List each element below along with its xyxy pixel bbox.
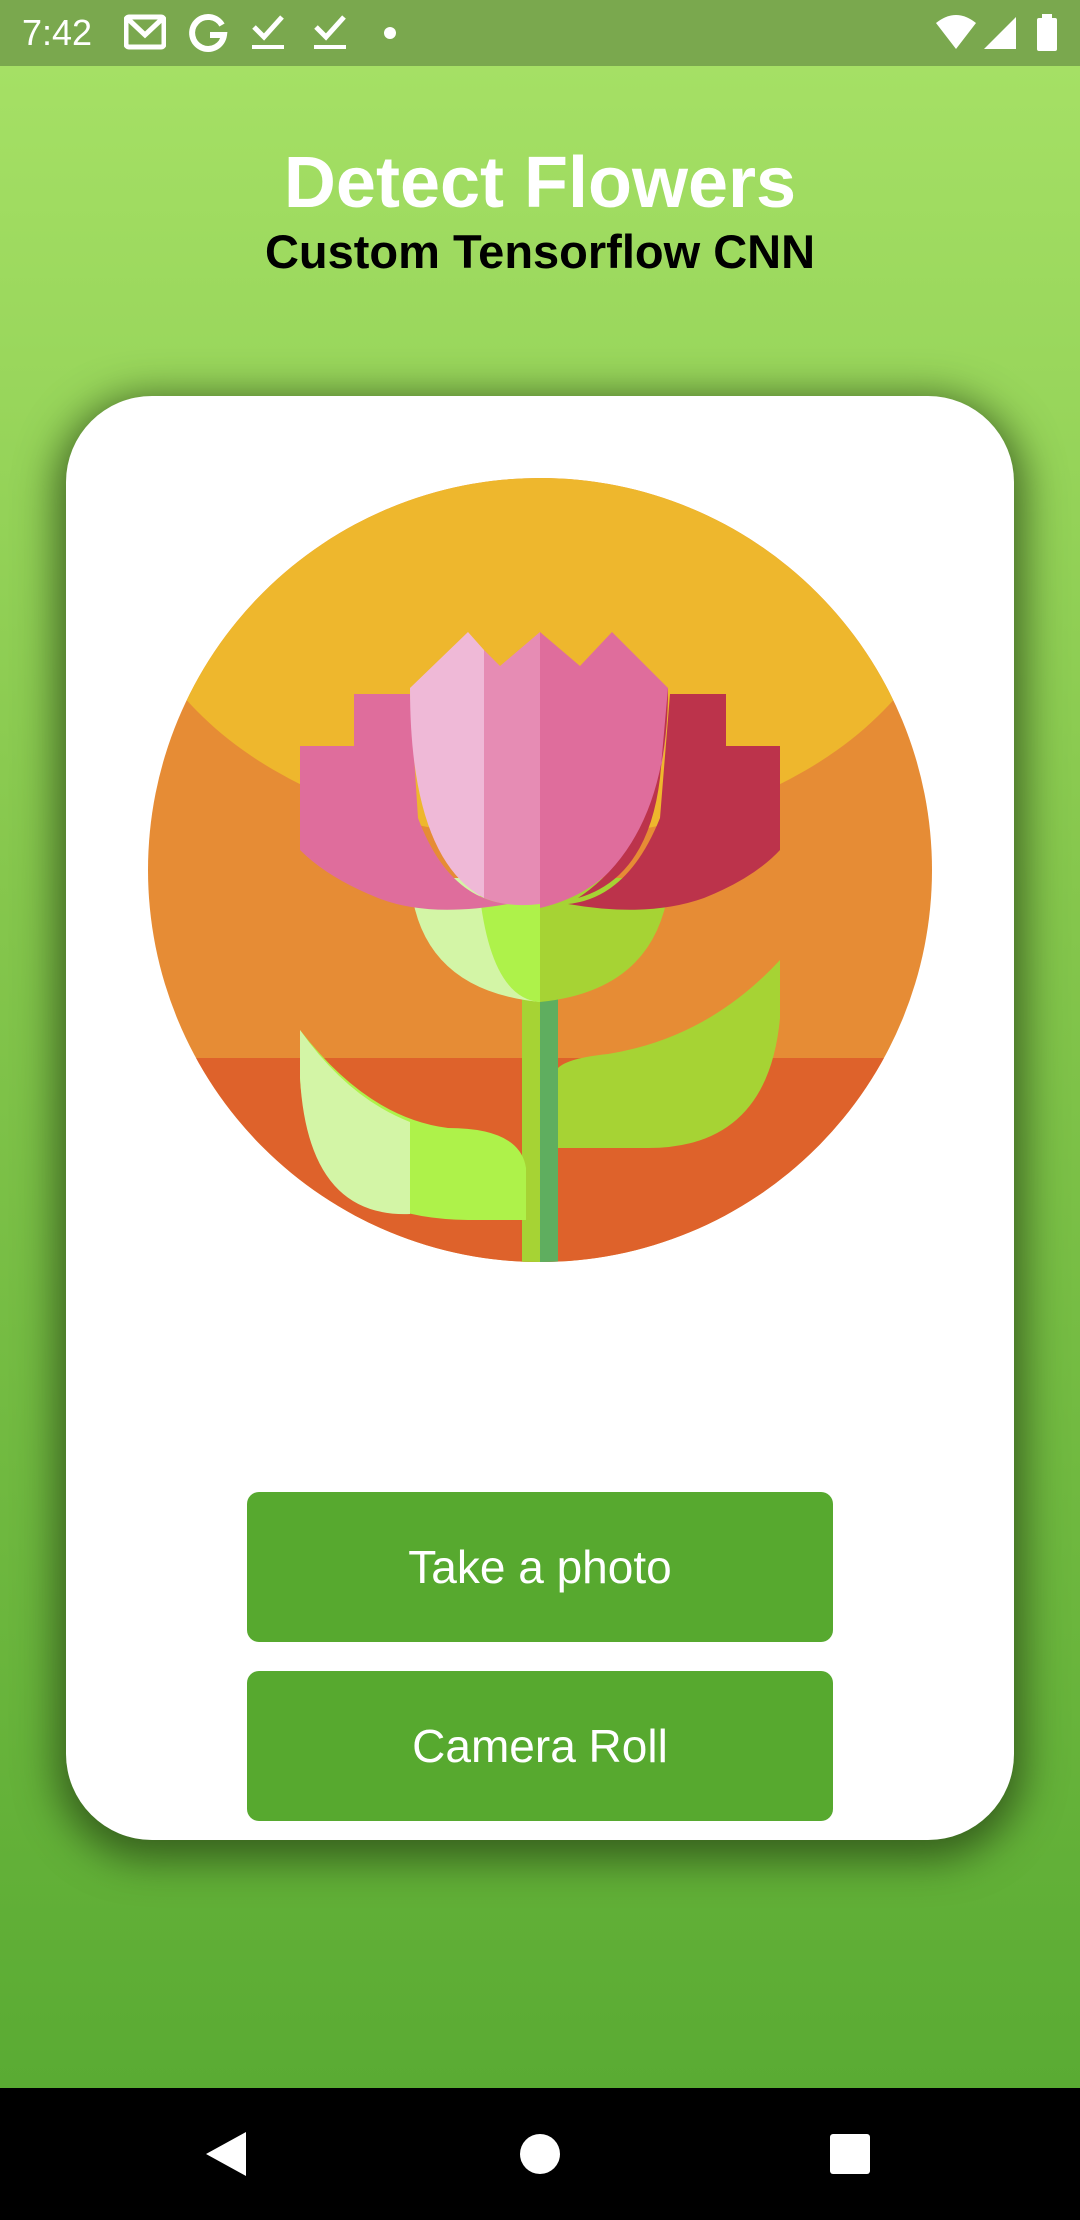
check-icon <box>314 15 346 49</box>
navigation-bar <box>0 2088 1080 2220</box>
google-icon <box>189 13 228 52</box>
back-icon[interactable] <box>190 2118 262 2190</box>
flower-image <box>148 478 932 1262</box>
take-photo-button[interactable]: Take a photo <box>247 1492 833 1642</box>
battery-icon <box>1037 14 1057 51</box>
signal-icon <box>984 17 1016 49</box>
home-icon[interactable] <box>504 2118 576 2190</box>
dot-icon <box>384 27 396 39</box>
page-subtitle: Custom Tensorflow CNN <box>264 225 816 278</box>
gmail-icon <box>124 14 166 50</box>
app-screen: 7:42 Detect Flowers Custom Tensorflow CN… <box>0 0 1080 2220</box>
wifi-icon <box>936 15 976 49</box>
camera-roll-button[interactable]: Camera Roll <box>247 1671 833 1821</box>
page-title: Detect Flowers <box>283 143 797 223</box>
status-time: 7:42 <box>22 12 93 53</box>
status-bar: 7:42 <box>0 0 1080 66</box>
main-card: Take a photo Camera Roll <box>66 396 1014 1840</box>
recents-icon[interactable] <box>814 2118 886 2190</box>
main-content: Detect Flowers Custom Tensorflow CNN Tak… <box>0 66 1080 2088</box>
check-icon <box>252 15 284 49</box>
